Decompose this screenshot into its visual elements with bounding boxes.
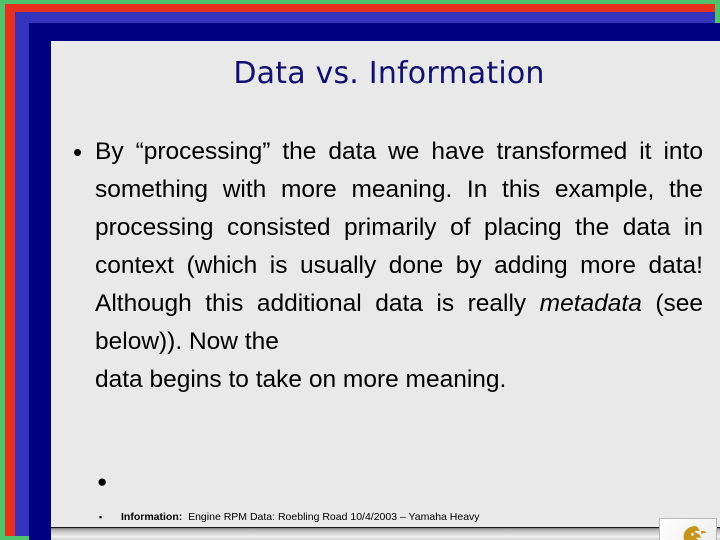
- sub-bullet-information: ▪ Information: Engine RPM Data: Roebling …: [99, 511, 699, 523]
- sub-bullet-label: Information:: [121, 511, 183, 523]
- ucf-pegasus-logo: [659, 518, 717, 540]
- footer-band-top: [51, 527, 720, 540]
- main-bullet-text: By “processing” the data we have transfo…: [95, 133, 703, 399]
- border-band-red: Data vs. Information • By “processing” t…: [5, 4, 720, 540]
- sub-bullet-text: Engine RPM Data: Roebling Road 10/4/2003…: [188, 511, 480, 523]
- pegasus-icon: [680, 526, 707, 540]
- bullet-marker-icon: •: [73, 137, 83, 167]
- border-band-blue: Data vs. Information • By “processing” t…: [15, 12, 720, 540]
- slide-canvas: Data vs. Information • By “processing” t…: [51, 41, 720, 540]
- page-title: Data vs. Information: [233, 56, 545, 91]
- slide-frame: Data vs. Information • By “processing” t…: [0, 0, 720, 540]
- sub-bullet-marker-icon: ▪: [99, 512, 103, 523]
- paragraph-last-line: data begins to take on more meaning.: [95, 366, 507, 393]
- border-band-navy: Data vs. Information • By “processing” t…: [29, 23, 720, 540]
- paragraph-italic-metadata: metadata: [539, 290, 642, 317]
- empty-bullet-marker-icon: ●: [97, 472, 108, 491]
- main-bullet-item: • By “processing” the data we have trans…: [73, 133, 703, 399]
